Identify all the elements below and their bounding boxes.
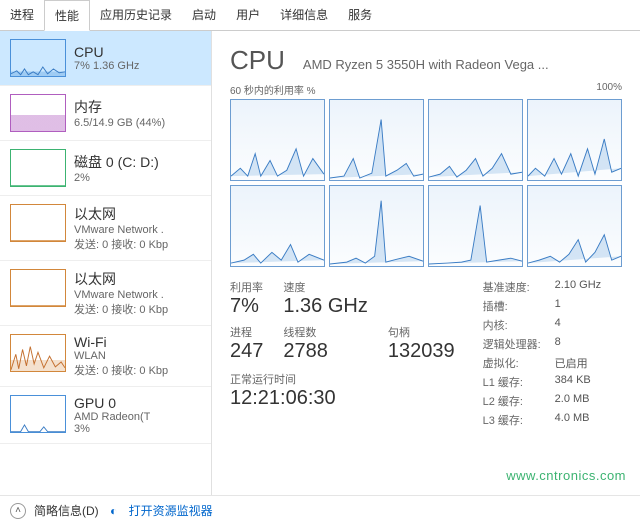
threads-label: 线程数 xyxy=(283,324,367,340)
sidebar-disk-sub: 2% xyxy=(74,172,159,184)
tab-processes[interactable]: 进程 xyxy=(0,0,44,30)
sidebar-gpu-sub: AMD Radeon(T xyxy=(74,411,150,423)
tab-startup[interactable]: 启动 xyxy=(182,0,226,30)
tab-services[interactable]: 服务 xyxy=(338,0,382,30)
open-resource-monitor-link[interactable]: 打开资源监视器 xyxy=(129,502,213,519)
speed-value: 1.36 GHz xyxy=(283,295,367,318)
cpu-thumb-chart xyxy=(10,39,66,77)
gpu-thumb-chart xyxy=(10,395,66,433)
sidebar-wifi-title: Wi-Fi xyxy=(74,334,168,350)
sidebar-eth1-sub: VMware Network . xyxy=(74,224,168,236)
core-chart-0 xyxy=(230,99,325,181)
sidebar-gpu-title: GPU 0 xyxy=(74,395,150,411)
sidebar-disk-title: 磁盘 0 (C: D:) xyxy=(74,152,159,172)
sidebar-eth2-sub: VMware Network . xyxy=(74,289,168,301)
proc-label: 进程 xyxy=(230,324,263,340)
sidebar-item-wifi[interactable]: Wi-Fi WLAN 发送: 0 接收: 0 Kbp xyxy=(0,326,211,387)
sidebar-gpu-sub2: 3% xyxy=(74,423,150,435)
uptime-value: 12:21:06:30 xyxy=(230,387,455,410)
monitor-icon: ◐ xyxy=(107,504,121,518)
cpu-model: AMD Ryzen 5 3550H with Radeon Vega ... xyxy=(303,57,622,72)
eth2-thumb-chart xyxy=(10,269,66,307)
page-title: CPU xyxy=(230,45,285,76)
tab-details[interactable]: 详细信息 xyxy=(270,0,338,30)
cpu-specs: 基准速度:2.10 GHz 插槽:1 内核:4 逻辑处理器:8 虚拟化:已启用 … xyxy=(483,279,602,428)
sidebar-item-eth1[interactable]: 以太网 VMware Network . 发送: 0 接收: 0 Kbp xyxy=(0,196,211,261)
sidebar-cpu-sub: 7% 1.36 GHz xyxy=(74,60,139,72)
tab-users[interactable]: 用户 xyxy=(226,0,270,30)
uptime-label: 正常运行时间 xyxy=(230,371,455,387)
core-charts-grid xyxy=(230,99,622,267)
core-chart-2 xyxy=(428,99,523,181)
sidebar-eth1-sub2: 发送: 0 接收: 0 Kbp xyxy=(74,236,168,252)
sidebar-item-cpu[interactable]: CPU 7% 1.36 GHz xyxy=(0,31,211,86)
threads-value: 2788 xyxy=(283,340,367,363)
watermark: www.cntronics.com xyxy=(506,468,626,483)
sidebar-memory-sub: 6.5/14.9 GB (44%) xyxy=(74,117,165,129)
handles-value: 132039 xyxy=(388,340,455,363)
core-chart-7 xyxy=(527,185,622,267)
main-panel: CPU AMD Ryzen 5 3550H with Radeon Vega .… xyxy=(212,31,640,495)
content-area: CPU 7% 1.36 GHz 内存 6.5/14.9 GB (44%) 磁盘 … xyxy=(0,31,640,495)
core-chart-1 xyxy=(329,99,424,181)
sidebar-eth2-sub2: 发送: 0 接收: 0 Kbp xyxy=(74,301,168,317)
sidebar-eth1-title: 以太网 xyxy=(74,204,168,224)
core-chart-4 xyxy=(230,185,325,267)
sidebar-item-gpu[interactable]: GPU 0 AMD Radeon(T 3% xyxy=(0,387,211,444)
sidebar-item-memory[interactable]: 内存 6.5/14.9 GB (44%) xyxy=(0,86,211,141)
speed-label: 速度 xyxy=(283,279,367,295)
core-chart-3 xyxy=(527,99,622,181)
proc-value: 247 xyxy=(230,340,263,363)
sidebar-memory-title: 内存 xyxy=(74,97,165,117)
core-chart-5 xyxy=(329,185,424,267)
tab-performance[interactable]: 性能 xyxy=(44,0,90,31)
wifi-thumb-chart xyxy=(10,334,66,372)
util-label: 利用率 xyxy=(230,279,263,295)
disk-thumb-chart xyxy=(10,149,66,187)
memory-thumb-chart xyxy=(10,94,66,132)
chart-label-right: 100% xyxy=(596,82,622,97)
fewer-details-link[interactable]: 简略信息(D) xyxy=(34,502,99,519)
sidebar-cpu-title: CPU xyxy=(74,44,139,60)
sidebar-item-eth2[interactable]: 以太网 VMware Network . 发送: 0 接收: 0 Kbp xyxy=(0,261,211,326)
util-value: 7% xyxy=(230,295,263,318)
eth1-thumb-chart xyxy=(10,204,66,242)
tab-bar: 进程 性能 应用历史记录 启动 用户 详细信息 服务 xyxy=(0,0,640,31)
tab-app-history[interactable]: 应用历史记录 xyxy=(90,0,182,30)
chevron-up-icon[interactable]: ˄ xyxy=(10,503,26,519)
sidebar-wifi-sub2: 发送: 0 接收: 0 Kbp xyxy=(74,362,168,378)
handles-label: 句柄 xyxy=(388,324,455,340)
sidebar-eth2-title: 以太网 xyxy=(74,269,168,289)
core-chart-6 xyxy=(428,185,523,267)
chart-label-left: 60 秒内的利用率 % xyxy=(230,82,316,97)
sidebar: CPU 7% 1.36 GHz 内存 6.5/14.9 GB (44%) 磁盘 … xyxy=(0,31,212,495)
sidebar-item-disk[interactable]: 磁盘 0 (C: D:) 2% xyxy=(0,141,211,196)
sidebar-wifi-sub: WLAN xyxy=(74,350,168,362)
